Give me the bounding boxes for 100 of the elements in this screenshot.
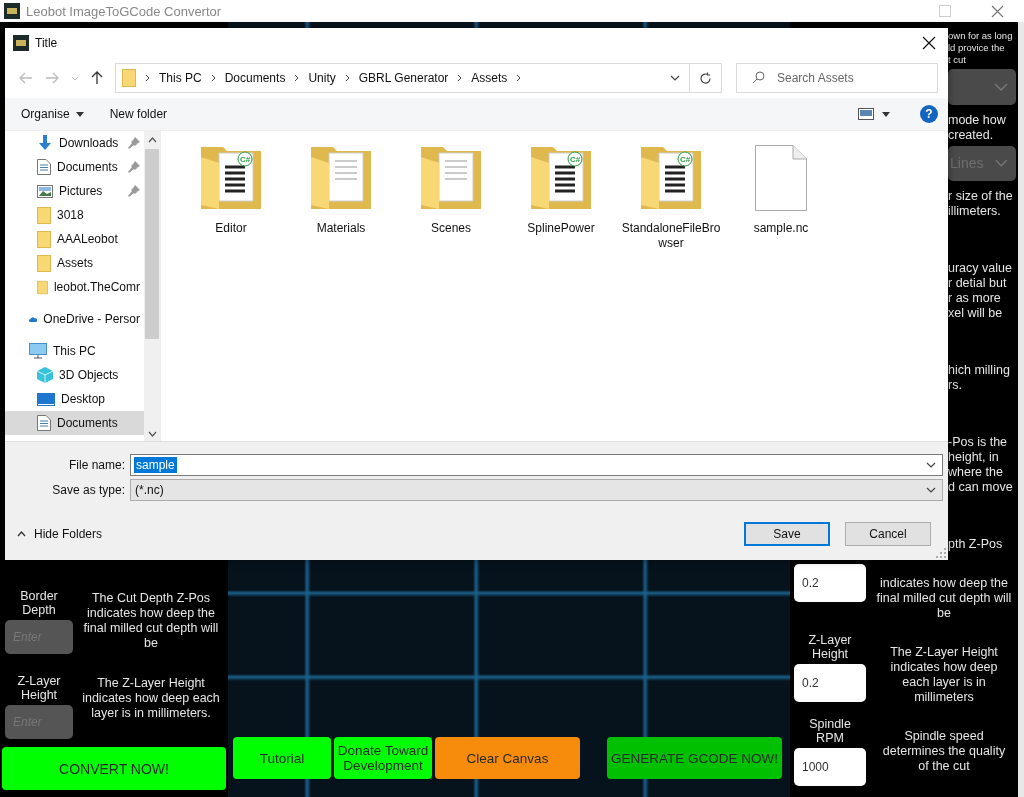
view-icon[interactable]: [858, 108, 874, 120]
document-icon: [37, 415, 51, 431]
sidebar-item[interactable]: Documents: [5, 155, 144, 179]
description-text: where the: [948, 465, 1004, 480]
sidebar-item[interactable]: OneDrive - Persor: [5, 307, 144, 331]
field-description: indicates how deep the final milled cut depth will be: [875, 575, 1013, 621]
input-field[interactable]: 0.2: [794, 564, 866, 602]
dialog-title: Title: [35, 36, 58, 50]
save-button[interactable]: Save: [744, 522, 830, 546]
breadcrumb[interactable]: Unity: [308, 71, 336, 85]
breadcrumb[interactable]: GBRL Generator: [358, 71, 449, 85]
help-button[interactable]: ?: [920, 105, 938, 123]
field-description: The Z-Layer Height indicates how deep each layer is in millimeters: [889, 644, 999, 705]
file-name: sample.nc: [753, 221, 809, 236]
folder-icon: [122, 69, 136, 87]
chevron-right-icon: [210, 74, 216, 82]
file-item[interactable]: C# StandaloneFileBrowser: [621, 145, 721, 251]
description-text: r as more: [948, 291, 1002, 306]
description-text: r size of the: [948, 189, 1014, 204]
sidebar-item[interactable]: Pictures: [5, 179, 144, 203]
file-item[interactable]: Scenes: [401, 145, 501, 236]
description-text: own for as long: [948, 30, 1014, 42]
action-button[interactable]: Tutorial: [233, 737, 331, 779]
folder-icon: [37, 278, 48, 296]
address-bar[interactable]: This PC Documents Unity GBRL Generator Assets: [115, 63, 722, 93]
pin-icon[interactable]: [128, 161, 140, 173]
breadcrumb[interactable]: Assets: [471, 71, 508, 85]
field-label: Border Depth: [19, 589, 59, 617]
convert-button[interactable]: CONVERT NOW!: [2, 747, 226, 790]
chevron-down-icon[interactable]: [670, 75, 680, 81]
cancel-button[interactable]: Cancel: [845, 522, 931, 546]
document-icon: [37, 159, 51, 175]
scroll-up-icon[interactable]: [147, 137, 157, 143]
file-name-label: File name:: [67, 458, 125, 472]
input-field[interactable]: 0.2: [794, 664, 866, 702]
field-label: Z-Layer Height: [807, 633, 853, 661]
description-text: t cut: [948, 54, 967, 66]
description-text: xel will be: [948, 306, 1004, 321]
download-arrow-icon: [37, 135, 53, 151]
file-item[interactable]: C# SplinePower: [511, 145, 611, 236]
chevron-down-icon: [995, 159, 1008, 168]
sidebar-item[interactable]: This PC: [5, 339, 144, 363]
action-button[interactable]: GENERATE GCODE NOW!: [607, 737, 782, 779]
field-description: The Cut Depth Z-Pos indicates how deep the final milled cut depth will be: [82, 590, 220, 651]
new-folder-button[interactable]: New folder: [103, 105, 174, 123]
hide-folders-button[interactable]: Hide Folders: [5, 526, 109, 542]
resize-grip-icon[interactable]: [936, 548, 946, 558]
input-field[interactable]: 1000: [794, 748, 866, 786]
picture-icon: [37, 184, 53, 198]
description-text: pth Z-Pos: [948, 537, 1004, 552]
scroll-down-icon[interactable]: [147, 431, 157, 437]
chevron-down-icon[interactable]: [926, 462, 936, 468]
file-name-field[interactable]: sample: [130, 454, 943, 476]
app-logo-icon: [4, 3, 20, 19]
caret-down-icon: [75, 111, 84, 117]
sidebar-item[interactable]: Documents: [5, 411, 144, 435]
cube-icon: [37, 367, 53, 383]
file-name: Editor: [215, 221, 247, 236]
sidebar-item[interactable]: Downloads: [5, 131, 144, 155]
action-button[interactable]: Clear Canvas: [435, 737, 580, 779]
folder-icon: [37, 230, 51, 248]
refresh-icon: [699, 71, 712, 85]
description-text: hich milling: [948, 363, 1011, 378]
search-icon: [752, 71, 765, 84]
file-item[interactable]: sample.nc: [731, 145, 831, 236]
sidebar-item[interactable]: 3018: [5, 203, 144, 227]
sidebar-item[interactable]: leobot.TheComr: [5, 275, 144, 299]
sidebar-item[interactable]: AAALeobot: [5, 227, 144, 251]
field-description: Spindle speed determines the quality of the cut: [881, 728, 1007, 774]
file-icon: [755, 145, 807, 211]
file-name: SplinePower: [527, 221, 595, 236]
action-button[interactable]: Donate Toward Development: [334, 737, 432, 779]
caret-down-icon[interactable]: [882, 111, 890, 117]
search-field[interactable]: Search Assets: [736, 63, 938, 93]
save-as-type-dropdown[interactable]: (*.nc): [130, 479, 943, 501]
scrollbar[interactable]: [144, 131, 160, 441]
close-icon[interactable]: [922, 36, 936, 50]
file-item[interactable]: C# Editor: [181, 145, 281, 236]
description-text: created.: [948, 127, 995, 143]
description-text: uracy value: [948, 261, 1013, 276]
file-name: Materials: [316, 221, 366, 236]
chevron-right-icon: [294, 74, 300, 82]
breadcrumb[interactable]: This PC: [159, 71, 202, 85]
up-arrow-icon[interactable]: [91, 71, 103, 85]
window-title: Leobot ImageToGCode Convertor: [26, 3, 222, 19]
sidebar-item[interactable]: Assets: [5, 251, 144, 275]
file-name: Scenes: [431, 221, 471, 236]
description-text: r detial but: [948, 276, 1008, 291]
breadcrumb[interactable]: Documents: [224, 71, 286, 85]
organise-menu[interactable]: Organise: [15, 105, 90, 123]
computer-icon: [29, 343, 47, 359]
sidebar-item[interactable]: 3D Objects: [5, 363, 144, 387]
file-item[interactable]: Materials: [291, 145, 391, 236]
chevron-down-icon: [994, 82, 1008, 91]
pin-icon[interactable]: [128, 137, 140, 149]
pin-icon[interactable]: [128, 185, 140, 197]
folder-icon: [37, 206, 51, 224]
field-label: Z-Layer Height: [16, 674, 62, 702]
sidebar-item[interactable]: Desktop: [5, 387, 144, 411]
description-text: height, in: [948, 450, 1000, 465]
